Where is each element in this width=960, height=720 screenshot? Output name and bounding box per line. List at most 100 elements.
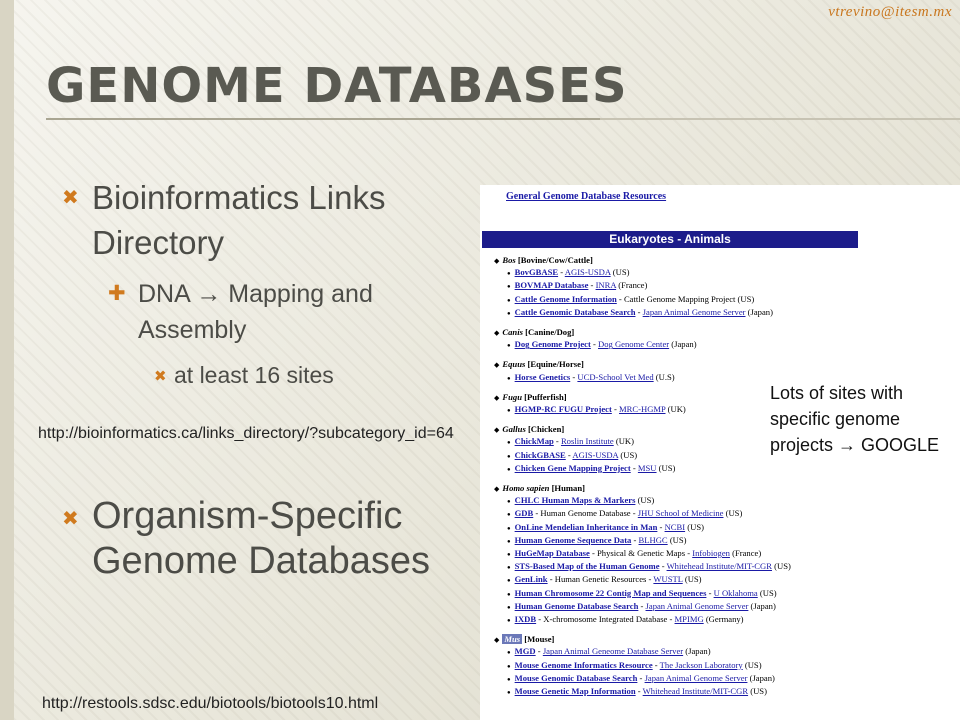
database-link[interactable]: UCD-School Vet Med xyxy=(577,372,653,382)
organism-group: ◆ Mus [Mouse] ● MGD - Japan Animal Geneome … xyxy=(494,634,954,699)
general-resources-link[interactable]: General Genome Database Resources xyxy=(506,191,666,202)
database-link[interactable]: BLHGC xyxy=(639,535,668,545)
database-link[interactable]: Dog Genome Project xyxy=(515,339,591,349)
bullet-marker-icon: ✖ xyxy=(62,508,79,530)
database-link[interactable]: U Oklahoma xyxy=(714,588,758,598)
database-link[interactable]: Japan Animal Genome Server xyxy=(643,307,746,317)
links-directory-url[interactable]: http://bioinformatics.ca/links_directory… xyxy=(38,425,454,443)
organism-genus: Gallus xyxy=(502,424,526,435)
sub-bullet-marker-icon: ✚ xyxy=(108,282,126,305)
database-text: (Japan) xyxy=(748,600,776,611)
database-link[interactable]: MPIMG xyxy=(675,614,704,624)
database-text: - Physical & Genetic Maps - xyxy=(589,548,693,559)
database-text: (U.S) xyxy=(653,371,675,382)
organism-common-name: [Chicken] xyxy=(525,424,565,435)
list-dot-icon: ● xyxy=(507,408,511,415)
database-link[interactable]: CHLC Human Maps & Markers xyxy=(515,495,636,505)
diamond-bullet-icon: ◆ xyxy=(494,485,500,494)
diamond-bullet-icon: ◆ xyxy=(494,329,500,338)
database-text: - xyxy=(630,462,638,473)
database-link[interactable]: Japan Animal Geneome Database Server xyxy=(543,646,683,656)
list-dot-icon: ● xyxy=(507,271,511,278)
database-text: - Human Genetic Resources - xyxy=(547,574,654,585)
database-link[interactable]: Chicken Gene Mapping Project xyxy=(515,463,631,473)
database-link[interactable]: Roslin Institute xyxy=(561,436,614,446)
diamond-bullet-icon: ◆ xyxy=(494,393,500,402)
bullet-organism-specific: Organism-Specific Genome Databases xyxy=(92,495,430,582)
database-entry: ● IXDB - X-chromosome Integrated Database… xyxy=(494,614,954,627)
database-link[interactable]: STS-Based Map of the Human Genome xyxy=(515,561,660,571)
list-dot-icon: ● xyxy=(507,453,511,460)
database-text: - xyxy=(553,436,561,447)
organism-common-name: [Human] xyxy=(549,483,585,494)
database-link[interactable]: MRC-HGMP xyxy=(619,404,665,414)
database-text: - Cattle Genome Mapping Project (US) xyxy=(616,293,755,304)
database-link[interactable]: NCBI xyxy=(665,522,686,532)
database-entry: ● GenLink - Human Genetic Resources - WUS… xyxy=(494,574,954,587)
database-text: (US) xyxy=(723,508,743,519)
database-text: - xyxy=(635,686,643,697)
database-link[interactable]: Whitehead Institute/MIT-CGR xyxy=(667,561,772,571)
list-dot-icon: ● xyxy=(507,284,511,291)
list-dot-icon: ● xyxy=(507,310,511,317)
database-link[interactable]: GDB xyxy=(515,508,534,518)
database-link[interactable]: OnLine Mendelian Inheritance in Man xyxy=(515,522,658,532)
database-link[interactable]: IXDB xyxy=(515,614,537,624)
database-link[interactable]: Mouse Genome Informatics Resource xyxy=(515,660,653,670)
database-link[interactable]: BOVMAP Database xyxy=(515,280,589,290)
database-link[interactable]: HuGeMap Database xyxy=(515,548,590,558)
database-link[interactable]: Dog Genome Center xyxy=(598,339,669,349)
database-link[interactable]: Cattle Genomic Database Search xyxy=(515,307,636,317)
database-link[interactable]: GenLink xyxy=(515,574,548,584)
database-link[interactable]: The Jackson Laboratory xyxy=(660,660,743,670)
database-link[interactable]: AGIS-USDA xyxy=(565,267,611,277)
organism-common-name: [Bovine/Cow/Cattle] xyxy=(515,255,593,265)
database-text: (UK) xyxy=(613,436,635,447)
organism-name: ◆ Mus [Mouse] xyxy=(494,634,954,646)
database-text: - xyxy=(631,534,639,545)
database-text: (France) xyxy=(616,280,648,291)
list-dot-icon: ● xyxy=(507,297,511,304)
database-link[interactable]: AGIS-USDA xyxy=(572,450,618,460)
database-link[interactable]: Human Chromosome 22 Contig Map and Seque… xyxy=(515,588,707,598)
database-link[interactable]: ChickMap xyxy=(515,436,554,446)
organism-database-list: ◆ Bos [Bovine/Cow/Cattle] ● BovGBASE - AGIS… xyxy=(494,255,954,706)
database-link[interactable]: Human Genome Database Search xyxy=(515,601,639,611)
database-link[interactable]: ChickGBASE xyxy=(515,450,566,460)
database-link[interactable]: WUSTL xyxy=(653,574,682,584)
database-link[interactable]: Infobiogen xyxy=(692,548,730,558)
database-link[interactable]: Horse Genetics xyxy=(515,372,571,382)
database-link[interactable]: Whitehead Institute/MIT-CGR xyxy=(643,686,748,696)
database-link[interactable]: Japan Animal Genome Server xyxy=(645,673,748,683)
database-text: - xyxy=(635,306,643,317)
organism-name: ◆ Canis [Canine/Dog] xyxy=(494,327,954,339)
list-dot-icon: ● xyxy=(507,618,511,625)
database-entry: ● Mouse Genome Informatics Resource - The… xyxy=(494,660,954,673)
database-text: - xyxy=(535,646,543,657)
organism-common-name: [Pufferfish] xyxy=(521,391,567,402)
database-text: (US) xyxy=(610,267,630,278)
database-text: (US) xyxy=(748,686,767,697)
list-dot-icon: ● xyxy=(507,375,511,382)
diamond-bullet-icon: ◆ xyxy=(494,257,500,265)
database-link[interactable]: INRA xyxy=(596,280,617,290)
database-link[interactable]: BovGBASE xyxy=(515,267,558,277)
database-link[interactable]: Mouse Genetic Map Information xyxy=(515,686,636,696)
biotools-url[interactable]: http://restools.sdsc.edu/biotools/biotoo… xyxy=(42,695,378,713)
database-text: - xyxy=(558,267,565,278)
database-text: - xyxy=(652,659,660,670)
database-entry: ● Mouse Genomic Database Search - Japan A… xyxy=(494,673,954,686)
organism-common-name: [Canine/Dog] xyxy=(522,327,575,338)
database-link[interactable]: Japan Animal Genome Server xyxy=(646,601,749,611)
database-link[interactable]: JHU School of Medicine xyxy=(638,508,724,518)
database-link[interactable]: MSU xyxy=(638,463,657,473)
database-link[interactable]: Mouse Genomic Database Search xyxy=(515,673,638,683)
database-link[interactable]: HGMP-RC FUGU Project xyxy=(515,404,612,414)
database-link[interactable]: Human Genome Sequence Data xyxy=(515,535,632,545)
database-link[interactable]: Cattle Genome Information xyxy=(515,294,617,304)
database-link[interactable]: MGD xyxy=(515,646,536,656)
database-text: (US) xyxy=(757,587,777,598)
list-dot-icon: ● xyxy=(507,565,511,572)
organism-genus: Canis xyxy=(502,327,523,338)
database-text: - xyxy=(637,672,645,683)
